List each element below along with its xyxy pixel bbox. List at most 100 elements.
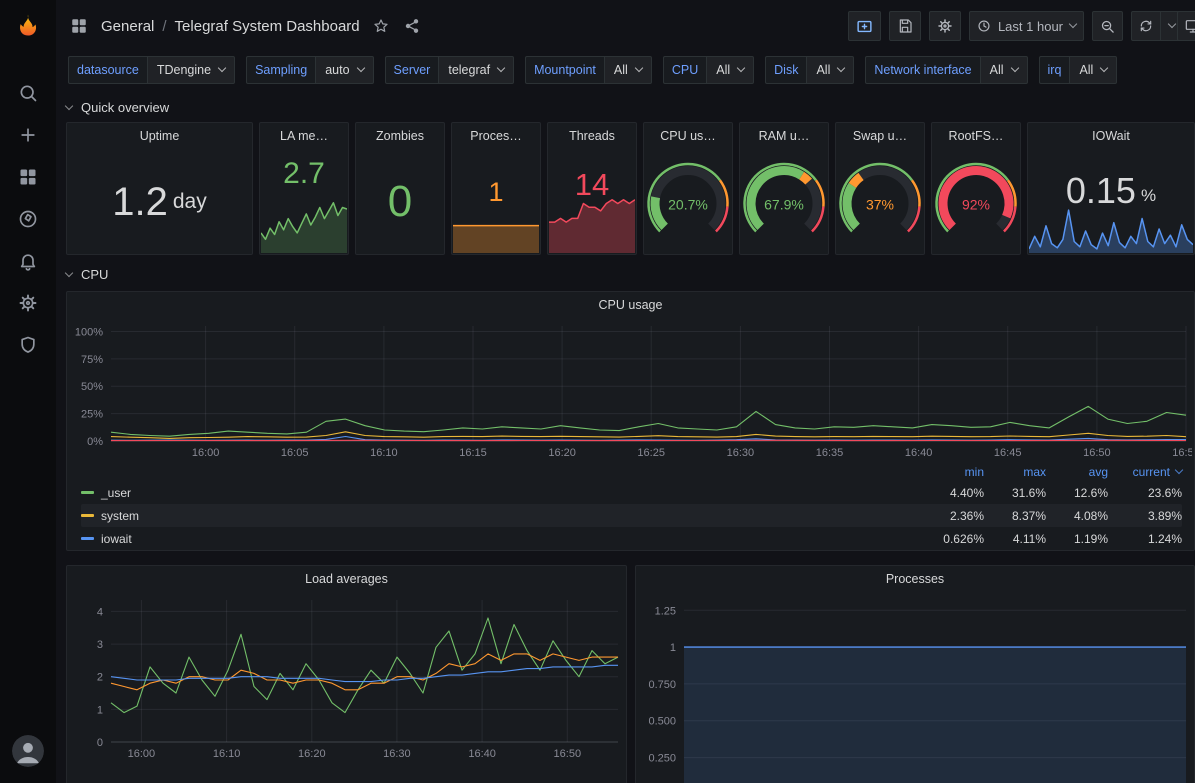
- variable-value: All: [816, 63, 830, 77]
- grafana-logo[interactable]: [11, 10, 45, 46]
- variable-value-dropdown[interactable]: All: [706, 56, 754, 84]
- load-averages-chart[interactable]: 4321016:0016:1016:2016:3016:4016:50: [69, 592, 624, 762]
- search-icon[interactable]: [5, 72, 51, 114]
- stat-value: 1.2: [112, 182, 168, 222]
- panel-load-averages: Load averages 4321016:0016:1016:2016:301…: [66, 565, 627, 783]
- panel-title[interactable]: Processes: [636, 566, 1194, 592]
- stat-unit: %: [1141, 186, 1156, 206]
- legend-cell: 23.6%: [1108, 486, 1182, 500]
- variable-value-dropdown[interactable]: All: [980, 56, 1028, 84]
- processes-sparkline: [453, 223, 539, 253]
- row-quick-overview[interactable]: Quick overview: [66, 94, 1195, 120]
- panel-title[interactable]: CPU usage: [67, 292, 1194, 318]
- stat-value: 2.7: [283, 159, 325, 189]
- variable-value-dropdown[interactable]: All: [806, 56, 854, 84]
- legend-series[interactable]: system: [81, 509, 922, 523]
- variable-value: telegraf: [448, 63, 490, 77]
- cycle-view-button[interactable]: [1177, 11, 1195, 41]
- panel-title[interactable]: RootFS…: [932, 123, 1020, 149]
- alerting-icon[interactable]: [5, 240, 51, 282]
- zoom-out-time-button[interactable]: [1092, 11, 1123, 41]
- user-avatar[interactable]: [12, 735, 44, 767]
- chevron-down-icon: [1100, 64, 1108, 72]
- panel-uptime: Uptime 1.2 day: [66, 122, 253, 255]
- variable-value-dropdown[interactable]: All: [1069, 56, 1117, 84]
- svg-text:16:10: 16:10: [370, 447, 398, 459]
- star-button[interactable]: [371, 16, 391, 36]
- variable-label: CPU: [663, 56, 706, 84]
- star-icon: [373, 18, 389, 34]
- svg-text:1.25: 1.25: [655, 605, 676, 617]
- legend-row: iowait 0.626% 4.11% 1.19% 1.24%: [81, 527, 1182, 550]
- panel-title[interactable]: Uptime: [67, 123, 252, 149]
- legend-sort-max[interactable]: max: [984, 465, 1046, 479]
- variable-label: Server: [385, 56, 439, 84]
- series-swatch: [81, 514, 94, 517]
- panel-title[interactable]: Zombies: [356, 123, 444, 149]
- server-admin-icon[interactable]: [5, 324, 51, 366]
- panel-title[interactable]: Threads: [548, 123, 636, 149]
- variable-value-dropdown[interactable]: telegraf: [438, 56, 514, 84]
- legend-cell: 3.89%: [1108, 509, 1182, 523]
- svg-text:1: 1: [670, 642, 676, 654]
- refresh-button-group: [1131, 11, 1183, 41]
- row-title: CPU: [81, 267, 108, 282]
- create-icon[interactable]: [5, 114, 51, 156]
- explore-icon[interactable]: [5, 198, 51, 240]
- legend-sort-min[interactable]: min: [922, 465, 984, 479]
- svg-text:67.9%: 67.9%: [764, 197, 804, 213]
- svg-text:16:25: 16:25: [637, 447, 665, 459]
- apps-icon: [68, 15, 90, 37]
- legend-series[interactable]: _user: [81, 486, 922, 500]
- panel-processes: Processes 1.2510.7500.5000.250: [635, 565, 1195, 783]
- panel-title[interactable]: CPU us…: [644, 123, 732, 149]
- zoom-out-icon: [1100, 19, 1115, 34]
- save-dashboard-button[interactable]: [889, 11, 921, 41]
- processes-chart[interactable]: 1.2510.7500.5000.250: [638, 592, 1192, 783]
- legend-cell: 4.40%: [922, 486, 984, 500]
- svg-text:16:40: 16:40: [905, 447, 933, 459]
- add-panel-button[interactable]: [848, 11, 881, 41]
- svg-text:92%: 92%: [962, 197, 990, 213]
- panel-title[interactable]: LA me…: [260, 123, 348, 149]
- panel-title[interactable]: Load averages: [67, 566, 626, 592]
- ram-gauge: 67.9%: [740, 149, 828, 254]
- rootfs-gauge: 92%: [932, 149, 1020, 254]
- variable-label: Mountpoint: [525, 56, 604, 84]
- variable-mountpoint: Mountpoint All: [525, 56, 652, 84]
- panel-title[interactable]: Swap u…: [836, 123, 924, 149]
- legend-series[interactable]: iowait: [81, 532, 922, 546]
- legend-sort-current[interactable]: current: [1108, 465, 1182, 479]
- variable-value-dropdown[interactable]: TDengine: [147, 56, 235, 84]
- refresh-button[interactable]: [1131, 11, 1161, 41]
- dashboard-settings-button[interactable]: [929, 11, 961, 41]
- breadcrumb: General / Telegraf System Dashboard: [101, 18, 360, 35]
- svg-text:16:30: 16:30: [383, 748, 411, 760]
- svg-text:16:30: 16:30: [727, 447, 755, 459]
- time-range-picker[interactable]: Last 1 hour: [969, 11, 1084, 41]
- variable-network-interface: Network interface All: [865, 56, 1027, 84]
- breadcrumb-section[interactable]: General: [101, 18, 154, 35]
- stats-row: Uptime 1.2 day LA me… 2.7 Zombies 0: [66, 122, 1195, 255]
- row-cpu[interactable]: CPU: [66, 261, 1195, 287]
- series-swatch: [81, 491, 94, 494]
- panel-title[interactable]: Proces…: [452, 123, 540, 149]
- share-button[interactable]: [402, 16, 422, 36]
- variable-value-dropdown[interactable]: All: [604, 56, 652, 84]
- variable-value: All: [716, 63, 730, 77]
- legend-row: _user 4.40% 31.6% 12.6% 23.6%: [81, 481, 1182, 504]
- legend-cell: 0.626%: [922, 532, 984, 546]
- panel-title[interactable]: IOWait: [1028, 123, 1194, 149]
- dashboards-icon[interactable]: [5, 156, 51, 198]
- svg-text:16:50: 16:50: [1083, 447, 1111, 459]
- svg-text:16:40: 16:40: [468, 748, 496, 760]
- configuration-icon[interactable]: [5, 282, 51, 324]
- legend-sort-avg[interactable]: avg: [1046, 465, 1108, 479]
- breadcrumb-title[interactable]: Telegraf System Dashboard: [175, 18, 360, 35]
- variable-value-dropdown[interactable]: auto: [315, 56, 373, 84]
- cpu-usage-chart[interactable]: 100%75%50%25%0%16:0016:0516:1016:1516:20…: [69, 318, 1192, 461]
- variable-value: All: [990, 63, 1004, 77]
- panel-title[interactable]: RAM u…: [740, 123, 828, 149]
- legend-cell: 2.36%: [922, 509, 984, 523]
- svg-text:0.750: 0.750: [648, 679, 676, 691]
